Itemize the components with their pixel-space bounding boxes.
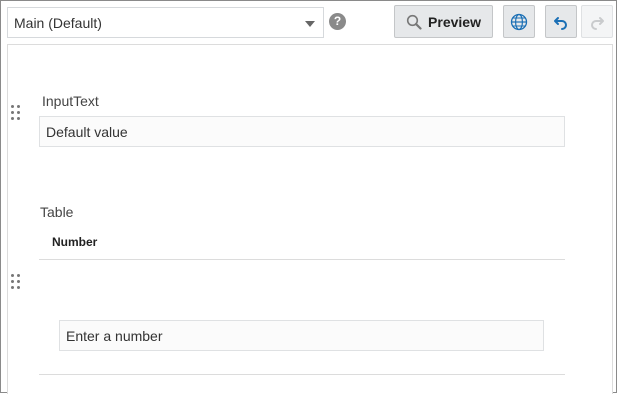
- table-row-divider: [39, 374, 565, 375]
- undo-button[interactable]: [545, 5, 577, 38]
- undo-icon: [554, 16, 567, 30]
- layout-select[interactable]: Main (Default): [7, 7, 324, 38]
- page-designer-frame: Main (Default) ? Preview InputText Defau…: [0, 0, 617, 394]
- drag-handle-icon[interactable]: [11, 105, 21, 121]
- preview-button[interactable]: Preview: [394, 5, 493, 38]
- number-input[interactable]: Enter a number: [59, 320, 544, 351]
- preview-label: Preview: [428, 13, 481, 30]
- globe-icon: [510, 13, 528, 30]
- drag-handle-icon[interactable]: [11, 274, 21, 290]
- help-icon[interactable]: ?: [329, 13, 346, 30]
- search-icon: [406, 14, 422, 30]
- input-text-field[interactable]: Default value: [39, 116, 565, 147]
- chevron-down-icon: [305, 21, 315, 27]
- redo-button[interactable]: [581, 5, 613, 38]
- input-text-label: InputText: [42, 93, 99, 109]
- layout-canvas: InputText Default value Table Number Ent…: [7, 44, 613, 394]
- redo-icon: [591, 16, 604, 30]
- translate-button[interactable]: [503, 5, 535, 38]
- table-column-header-number: Number: [52, 235, 98, 249]
- layout-select-value: Main (Default): [14, 14, 102, 31]
- table-header-divider: [39, 259, 565, 260]
- table-label: Table: [40, 204, 74, 220]
